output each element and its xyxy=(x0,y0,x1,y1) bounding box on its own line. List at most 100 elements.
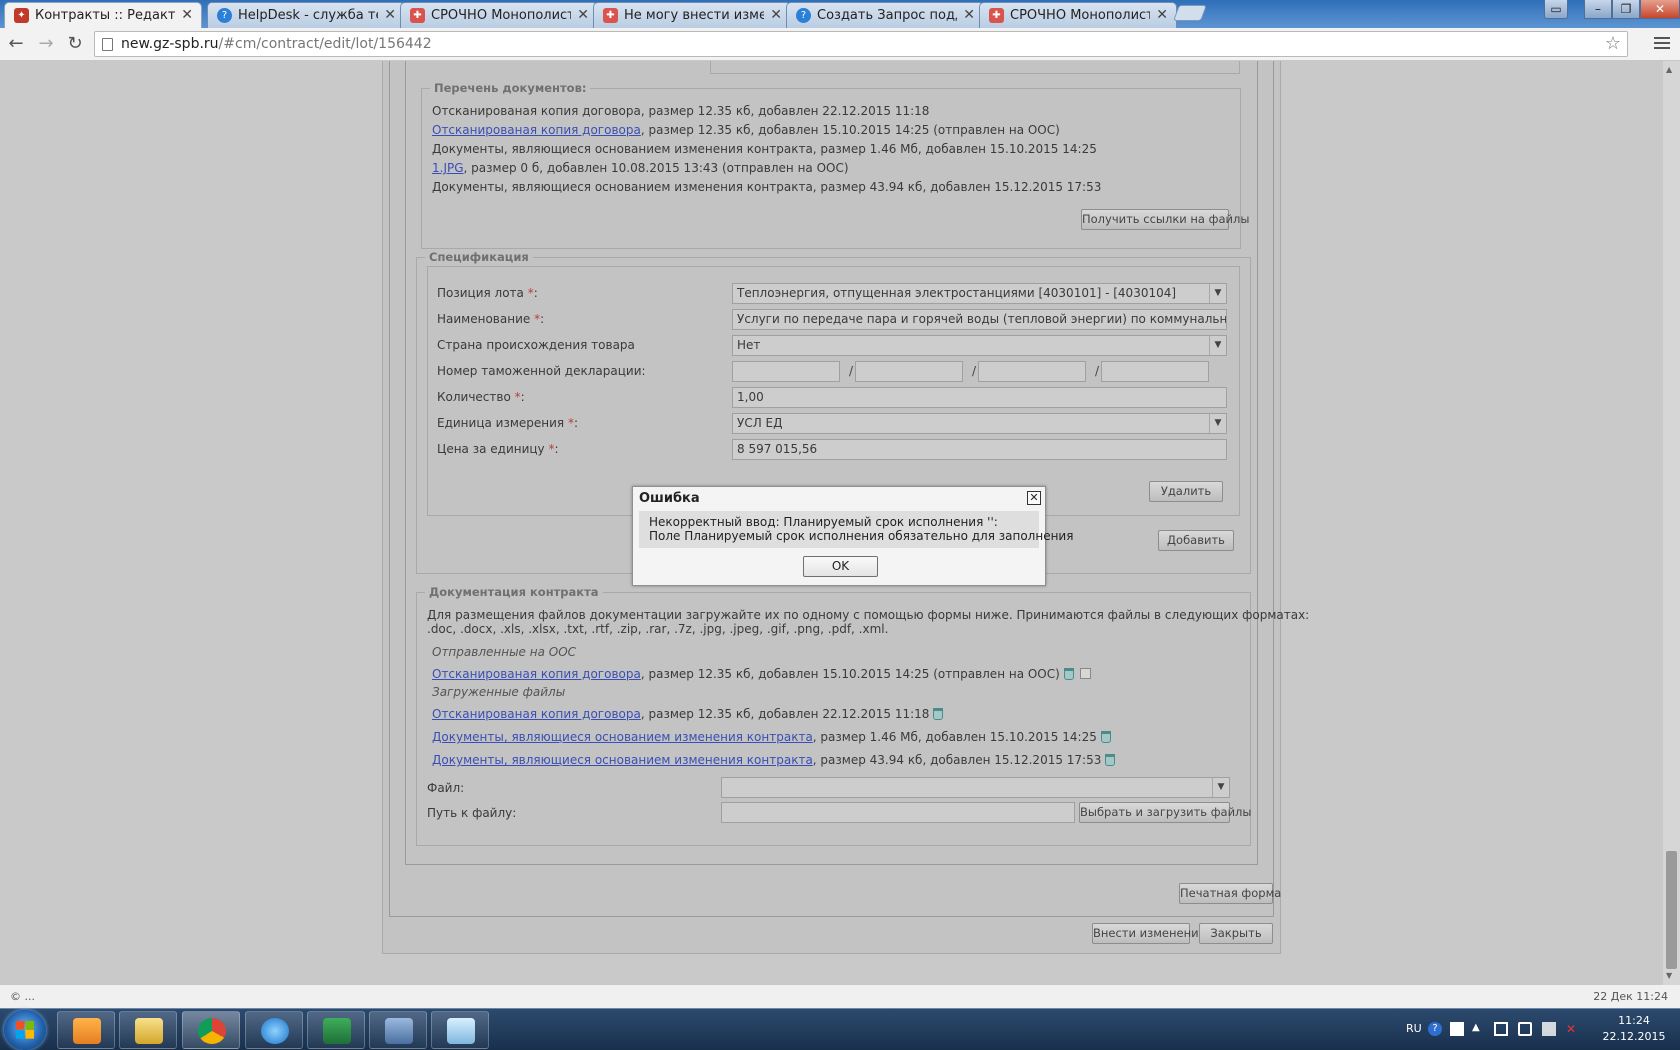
new-tab-button[interactable] xyxy=(1173,5,1207,21)
scrollbar-thumb[interactable] xyxy=(1666,851,1677,969)
customs-declaration-input-2[interactable] xyxy=(855,361,963,382)
name-value: Услуги по передаче пара и горячей воды (… xyxy=(737,312,1227,326)
show-hidden-icons-icon[interactable]: ▲ xyxy=(1472,1022,1486,1036)
file-link[interactable]: Документы, являющиеся основанием изменен… xyxy=(432,730,813,744)
explorer-taskbar-button[interactable] xyxy=(119,1011,177,1049)
file-link[interactable]: Отсканированая копия договора xyxy=(432,707,641,721)
file-link[interactable]: Документы, являющиеся основанием изменен… xyxy=(432,753,813,767)
ie-taskbar-button[interactable] xyxy=(245,1011,303,1049)
network-tray-icon[interactable] xyxy=(1542,1022,1556,1036)
delete-file-icon[interactable] xyxy=(1100,731,1111,743)
lot-position-select[interactable]: Теплоэнергия, отпущенная электростанциям… xyxy=(732,283,1227,304)
dialog-message-line-2: Поле Планируемый срок исполнения обязате… xyxy=(649,529,1074,543)
excel-icon xyxy=(323,1018,351,1044)
chrome-taskbar-button[interactable] xyxy=(182,1011,240,1049)
print-form-button[interactable]: Печатная форма xyxy=(1179,883,1281,904)
close-button[interactable]: Закрыть xyxy=(1199,923,1273,944)
media-player-icon xyxy=(73,1018,101,1044)
get-file-links-button[interactable]: Получить ссылки на файлы xyxy=(1081,209,1249,230)
user-profile-button[interactable]: ▭ xyxy=(1544,0,1568,19)
browser-tab-contracts[interactable]: ✦ Контракты :: Редактирова ✕ xyxy=(4,2,202,29)
minimize-button[interactable]: – xyxy=(1584,0,1612,19)
language-indicator[interactable]: RU xyxy=(1406,1022,1422,1035)
notes-taskbar-button[interactable] xyxy=(431,1011,489,1049)
dialog-title: Ошибка xyxy=(639,491,700,506)
document-link[interactable]: Отсканированая копия договора xyxy=(432,123,641,137)
clock-time: 11:24 xyxy=(1618,1014,1650,1027)
status-left: © ... xyxy=(10,990,35,1003)
close-icon[interactable]: ✕ xyxy=(577,7,589,23)
document-item: Отсканированая копия договора, размер 12… xyxy=(432,123,1060,137)
tray-icon[interactable] xyxy=(1450,1022,1464,1036)
file-checkbox[interactable] xyxy=(1079,668,1091,679)
price-input[interactable]: 8 597 015,56 xyxy=(732,439,1227,460)
system-clock[interactable]: 11:24 22.12.2015 xyxy=(1594,1013,1674,1045)
browser-tab-monopolists-2[interactable]: ✚ СРОЧНО Монополисты 2 ✕ xyxy=(979,2,1177,28)
browser-tab-support-request[interactable]: ? Создать Запрос поддерж ✕ xyxy=(786,2,984,28)
customs-declaration-input-4[interactable] xyxy=(1101,361,1209,382)
bookmark-star-icon[interactable]: ☆ xyxy=(1605,33,1621,54)
forward-icon[interactable]: → xyxy=(34,33,58,57)
apply-changes-button[interactable]: Внести изменения xyxy=(1092,923,1205,944)
country-select[interactable]: Нет ▼ xyxy=(732,335,1227,356)
file-link[interactable]: Отсканированая копия договора xyxy=(432,667,641,681)
scroll-down-icon[interactable]: ▼ xyxy=(1666,971,1672,980)
dialog-ok-button[interactable]: OK xyxy=(803,556,878,577)
upload-info-line-1: Для размещения файлов документации загру… xyxy=(427,608,1310,622)
delete-item-button[interactable]: Удалить xyxy=(1149,481,1223,502)
browser-tab-cannot-edit[interactable]: ✚ Не могу внести изменен ✕ xyxy=(593,2,791,28)
browser-tab-monopolists[interactable]: ✚ СРОЧНО Монополисты 2 ✕ xyxy=(400,2,598,28)
customs-declaration-input-3[interactable] xyxy=(978,361,1086,382)
delete-file-icon[interactable] xyxy=(1105,754,1116,766)
document-link[interactable]: 1.JPG xyxy=(432,161,464,175)
close-icon[interactable]: ✕ xyxy=(384,7,396,23)
close-icon[interactable]: ✕ xyxy=(770,7,782,23)
help-tray-icon[interactable]: ? xyxy=(1428,1022,1442,1036)
delete-file-icon[interactable] xyxy=(933,708,944,720)
address-bar[interactable]: new.gz-spb.ru/#cm/contract/edit/lot/1564… xyxy=(94,31,1628,57)
quantity-input[interactable]: 1,00 xyxy=(732,387,1227,408)
document-info: , размер 0 б, добавлен 10.08.2015 13:43 … xyxy=(463,161,849,175)
chevron-down-icon[interactable]: ▼ xyxy=(1209,414,1226,433)
unit-select[interactable]: УСЛ ЕД ▼ xyxy=(732,413,1227,434)
url-path: /#cm/contract/edit/lot/156442 xyxy=(218,36,432,52)
dialog-close-icon[interactable]: ✕ xyxy=(1027,491,1041,505)
chevron-down-icon[interactable]: ▼ xyxy=(1209,284,1226,303)
document-item: 1.JPG, размер 0 б, добавлен 10.08.2015 1… xyxy=(432,161,849,175)
start-button[interactable] xyxy=(4,1010,46,1050)
document-info: Документы, являющиеся основанием изменен… xyxy=(432,142,1097,156)
name-input[interactable]: Услуги по передаче пара и горячей воды (… xyxy=(732,309,1227,330)
lot-position-label-text: Позиция лота xyxy=(437,286,524,300)
scroll-up-icon[interactable]: ▲ xyxy=(1666,65,1672,74)
close-icon[interactable]: ✕ xyxy=(963,7,975,23)
network-computer-icon xyxy=(385,1018,413,1044)
vertical-scrollbar[interactable]: ▲ ▼ xyxy=(1663,61,1680,985)
url-text[interactable]: new.gz-spb.ru/#cm/contract/edit/lot/1564… xyxy=(121,36,432,52)
chevron-down-icon[interactable]: ▼ xyxy=(1212,778,1229,797)
media-player-taskbar-button[interactable] xyxy=(57,1011,115,1049)
browser-tab-helpdesk[interactable]: ? HelpDesk - служба техни ✕ xyxy=(207,2,405,28)
upload-files-button[interactable]: Выбрать и загрузить файлы xyxy=(1079,802,1251,823)
add-item-button[interactable]: Добавить xyxy=(1158,530,1234,551)
file-info: , размер 1.46 Мб, добавлен 15.10.2015 14… xyxy=(812,730,1097,744)
back-icon[interactable]: ← xyxy=(4,33,28,57)
document-item: Документы, являющиеся основанием изменен… xyxy=(432,180,1101,194)
reload-icon[interactable]: ↻ xyxy=(63,33,87,57)
maximize-button[interactable]: ❐ xyxy=(1612,0,1640,19)
customs-declaration-input-1[interactable] xyxy=(732,361,840,382)
action-center-icon[interactable] xyxy=(1518,1022,1532,1036)
window-close-button[interactable]: ✕ xyxy=(1640,0,1680,19)
close-icon[interactable]: ✕ xyxy=(1156,7,1168,23)
chevron-down-icon[interactable]: ▼ xyxy=(1209,336,1226,355)
windows-flag-tray-icon[interactable] xyxy=(1494,1022,1508,1036)
required-mark: * xyxy=(567,416,574,430)
delete-file-icon[interactable] xyxy=(1063,668,1074,680)
file-type-select[interactable]: ▼ xyxy=(721,777,1230,798)
required-mark: * xyxy=(514,390,521,404)
volume-muted-icon[interactable]: ✕ xyxy=(1566,1022,1580,1036)
close-icon[interactable]: ✕ xyxy=(181,7,193,23)
file-path-input[interactable] xyxy=(721,802,1075,823)
network-taskbar-button[interactable] xyxy=(369,1011,427,1049)
browser-menu-icon[interactable] xyxy=(1652,34,1672,54)
excel-taskbar-button[interactable] xyxy=(307,1011,365,1049)
